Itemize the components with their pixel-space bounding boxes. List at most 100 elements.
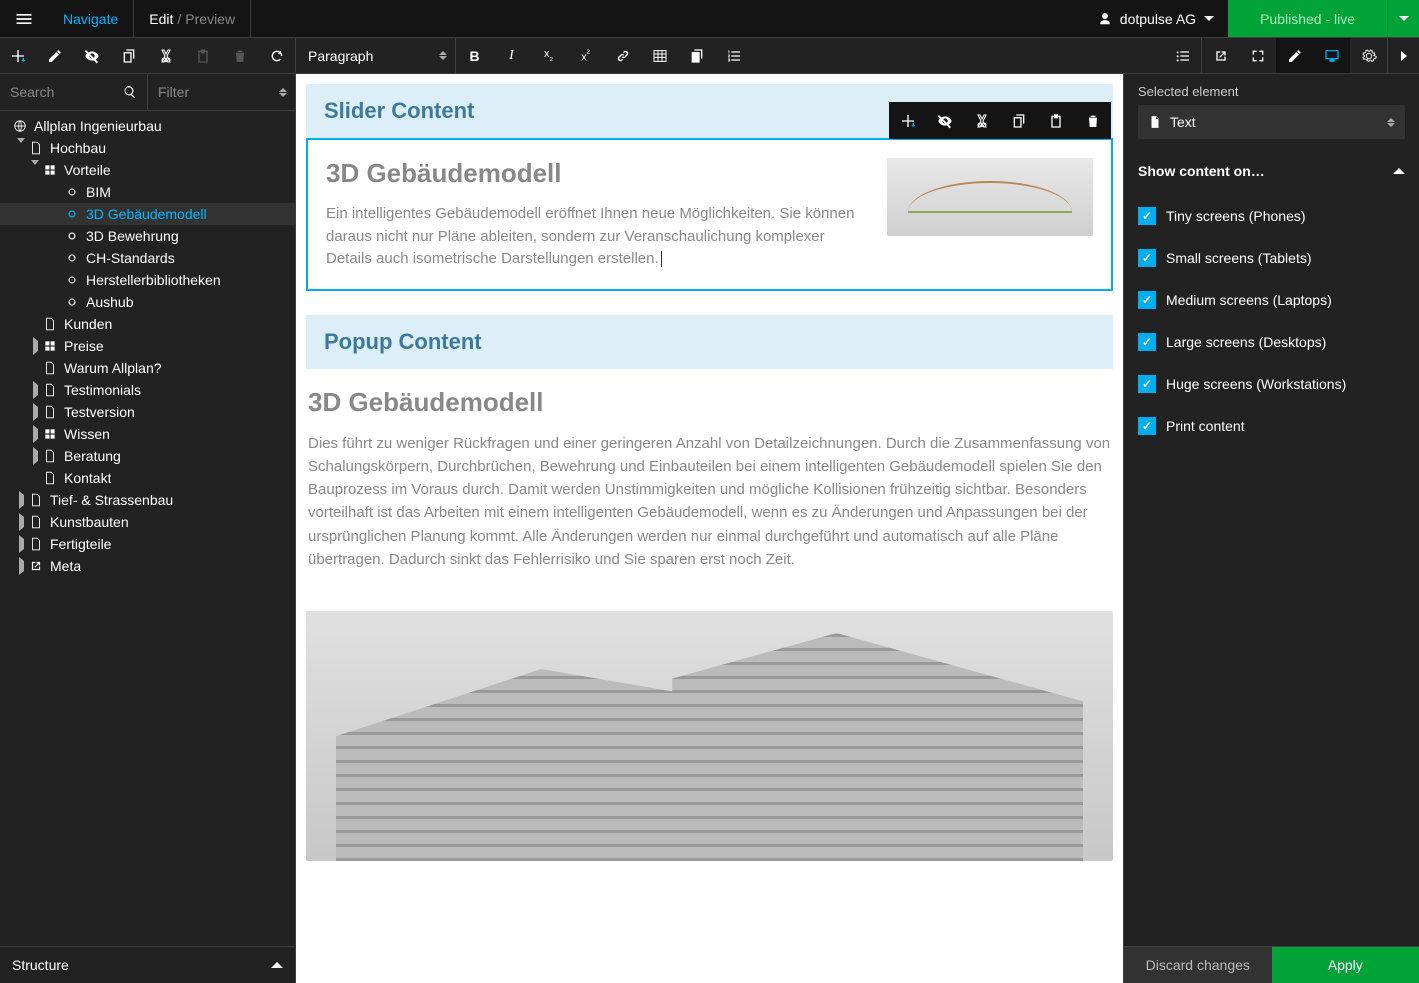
popup-section-header[interactable]: Popup Content <box>306 315 1113 369</box>
cut-button[interactable] <box>148 38 185 73</box>
tree-item[interactable]: Testimonials <box>0 379 295 401</box>
delete-button <box>221 38 258 73</box>
edit-mode-button[interactable] <box>1276 38 1313 73</box>
tree-item[interactable]: Vorteile <box>0 159 295 181</box>
menu-button[interactable] <box>0 0 48 37</box>
file-icon <box>28 515 44 529</box>
visibility-check[interactable]: ✓Small screens (Tablets) <box>1138 237 1405 279</box>
tree-item[interactable]: Preise <box>0 335 295 357</box>
tree-toggle[interactable] <box>14 517 28 527</box>
tree-item[interactable]: Kunden <box>0 313 295 335</box>
block-hide-button[interactable] <box>926 102 963 139</box>
desktop-preview-button[interactable] <box>1313 38 1350 73</box>
block-cut-button[interactable] <box>963 102 1000 139</box>
subscript-button[interactable]: x₂ <box>530 38 567 73</box>
unordered-list-button[interactable] <box>1164 38 1201 73</box>
tree-item[interactable]: Tief- & Strassenbau <box>0 489 295 511</box>
publish-dropdown[interactable] <box>1387 0 1419 37</box>
tree-toggle[interactable] <box>14 561 28 571</box>
block-paste-button <box>1037 102 1074 139</box>
tree-toggle[interactable] <box>28 451 42 461</box>
popup-paragraph[interactable]: Dies führt zu weniger Rückfragen und ein… <box>306 432 1113 572</box>
media-button[interactable] <box>678 38 715 73</box>
topbar: Navigate Edit / Preview dotpulse AG Publ… <box>0 0 1419 37</box>
tree-item[interactable]: BIM <box>0 181 295 203</box>
block-copy-button[interactable] <box>1000 102 1037 139</box>
block-delete-button[interactable] <box>1074 102 1111 139</box>
tree-item[interactable]: Aushub <box>0 291 295 313</box>
apply-button[interactable]: Apply <box>1272 947 1419 983</box>
hide-button[interactable] <box>74 38 111 73</box>
publish-status[interactable]: Published - live <box>1228 0 1419 37</box>
fullscreen-button[interactable] <box>1239 38 1276 73</box>
visibility-check[interactable]: ✓Print content <box>1138 405 1405 447</box>
visibility-check[interactable]: ✓Tiny screens (Phones) <box>1138 195 1405 237</box>
tree-item[interactable]: Kunstbauten <box>0 511 295 533</box>
link-icon <box>28 559 44 573</box>
tree-item[interactable]: Wissen <box>0 423 295 445</box>
tree-item[interactable]: CH-Standards <box>0 247 295 269</box>
tree-item[interactable]: Fertigteile <box>0 533 295 555</box>
tree-item[interactable]: Herstellerbibliotheken <box>0 269 295 291</box>
discard-button[interactable]: Discard changes <box>1124 947 1272 983</box>
refresh-button[interactable] <box>258 38 295 73</box>
visibility-check[interactable]: ✓Medium screens (Laptops) <box>1138 279 1405 321</box>
content-area[interactable]: Slider Content 3D Gebäudemodell Ein inte… <box>296 74 1123 983</box>
expand-panel-button[interactable] <box>1387 38 1419 73</box>
show-content-header[interactable]: Show content on… <box>1124 153 1419 189</box>
table-button[interactable] <box>641 38 678 73</box>
tree-toggle[interactable] <box>28 341 42 351</box>
tab-edit-preview[interactable]: Edit / Preview <box>134 0 251 37</box>
visibility-check[interactable]: ✓Large screens (Desktops) <box>1138 321 1405 363</box>
check-label: Large screens (Desktops) <box>1166 334 1326 350</box>
tree-item[interactable]: Beratung <box>0 445 295 467</box>
tree-item[interactable]: Warum Allplan? <box>0 357 295 379</box>
tree-toggle[interactable] <box>28 407 42 417</box>
tree-item[interactable]: Testversion <box>0 401 295 423</box>
visibility-check[interactable]: ✓Huge screens (Workstations) <box>1138 363 1405 405</box>
copy-button[interactable] <box>111 38 148 73</box>
popup-image[interactable] <box>306 611 1113 861</box>
circle-icon <box>64 185 80 199</box>
grid-icon <box>42 339 58 353</box>
tree-item[interactable]: Allplan Ingenieurbau <box>0 115 295 137</box>
tree-item[interactable]: Meta <box>0 555 295 577</box>
tab-navigate[interactable]: Navigate <box>48 0 134 37</box>
tree-item[interactable]: 3D Bewehrung <box>0 225 295 247</box>
block-paragraph[interactable]: Ein intelligentes Gebäudemodell eröffnet… <box>326 203 867 271</box>
structure-toggle[interactable]: Structure <box>0 946 295 983</box>
format-select[interactable]: Paragraph <box>296 38 456 73</box>
tree-toggle[interactable] <box>28 165 42 175</box>
search-input[interactable] <box>10 84 137 100</box>
tree-item[interactable]: Hochbau <box>0 137 295 159</box>
mode-tabs: Navigate Edit / Preview <box>48 0 251 37</box>
tree-toggle[interactable] <box>28 429 42 439</box>
open-external-button[interactable] <box>1202 38 1239 73</box>
user-menu[interactable]: dotpulse AG <box>1084 0 1228 37</box>
block-image[interactable] <box>887 158 1093 236</box>
superscript-button[interactable]: x² <box>567 38 604 73</box>
block-title[interactable]: 3D Gebäudemodell <box>326 158 867 189</box>
link-button[interactable] <box>604 38 641 73</box>
editable-text-block[interactable]: 3D Gebäudemodell Ein intelligentes Gebäu… <box>306 138 1113 291</box>
tree-label: Kunden <box>64 316 112 332</box>
tab-separator: / <box>177 11 181 27</box>
popup-title[interactable]: 3D Gebäudemodell <box>306 387 1113 418</box>
tree-toggle[interactable] <box>14 539 28 549</box>
tree-toggle[interactable] <box>14 495 28 505</box>
filter-box[interactable] <box>148 74 295 110</box>
tree-toggle[interactable] <box>28 385 42 395</box>
ordered-list-button[interactable] <box>715 38 752 73</box>
italic-button[interactable]: I <box>493 38 530 73</box>
selected-element-select[interactable]: Text <box>1138 105 1405 139</box>
settings-button[interactable] <box>1350 38 1387 73</box>
tree-item[interactable]: Kontakt <box>0 467 295 489</box>
bold-button[interactable]: B <box>456 38 493 73</box>
edit-button[interactable] <box>37 38 74 73</box>
tree-toggle[interactable] <box>14 143 28 153</box>
add-button[interactable] <box>0 38 37 73</box>
block-add-button[interactable] <box>889 102 926 139</box>
tree-item[interactable]: 3D Gebäudemodell <box>0 203 295 225</box>
filter-input[interactable] <box>158 84 285 100</box>
search-box[interactable] <box>0 74 148 110</box>
